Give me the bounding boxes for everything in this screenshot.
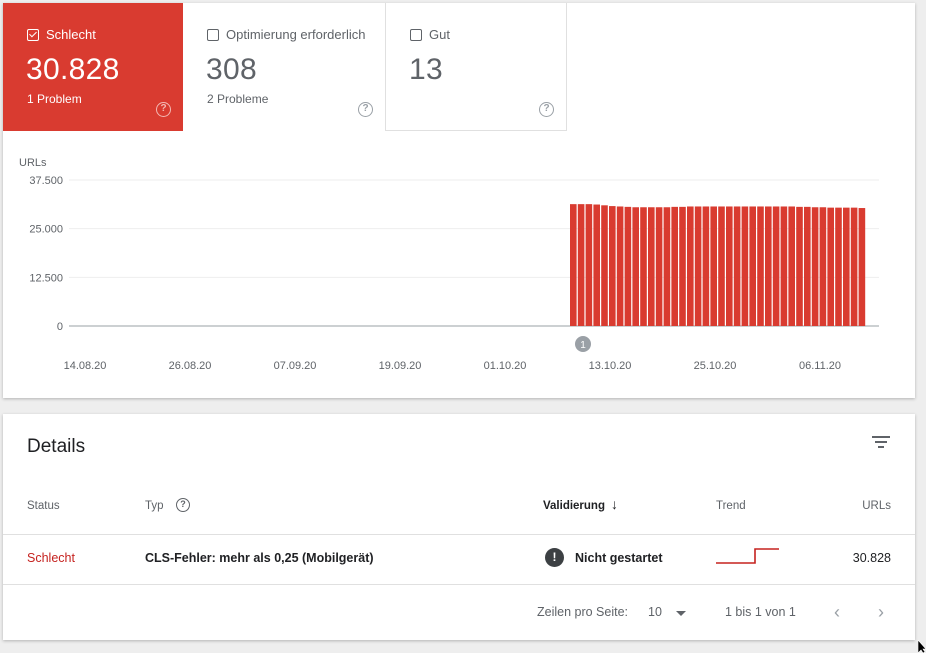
- row-type: CLS-Fehler: mehr als 0,25 (Mobilgerät): [145, 551, 374, 565]
- pagination-range: 1 bis 1 von 1: [725, 605, 796, 619]
- y-tick-label: 25.000: [29, 224, 63, 236]
- tile-needs-sub: 2 Probleme: [207, 92, 269, 106]
- chart-bar[interactable]: [811, 207, 819, 326]
- trend-sparkline: [716, 548, 779, 564]
- y-tick-label: 12.500: [29, 272, 63, 284]
- x-tick-label: 13.10.20: [589, 360, 632, 372]
- tile-good-value: 13: [409, 53, 443, 86]
- chart-bar[interactable]: [632, 207, 639, 326]
- details-title: Details: [27, 436, 86, 457]
- checkbox-poor-icon[interactable]: [27, 29, 39, 41]
- column-header-validation[interactable]: Validierung: [543, 500, 605, 512]
- y-axis-label: URLs: [19, 157, 47, 169]
- chart-bar[interactable]: [835, 207, 842, 326]
- x-tick-label: 06.11.20: [799, 360, 841, 372]
- annotation-label: 1: [580, 340, 586, 351]
- row-urls: 30.828: [852, 551, 891, 565]
- help-icon[interactable]: ?: [539, 102, 554, 117]
- dropdown-arrow-icon[interactable]: [676, 611, 686, 616]
- x-tick-label: 19.09.20: [379, 360, 422, 372]
- help-icon[interactable]: ?: [156, 102, 171, 117]
- divider: [3, 534, 915, 535]
- tile-good-label: Gut: [429, 27, 450, 42]
- chart-bar[interactable]: [679, 206, 686, 326]
- chart-bar[interactable]: [609, 206, 616, 326]
- chart-bar[interactable]: [687, 206, 694, 326]
- tile-good[interactable]: Gut 13 ?: [386, 3, 567, 131]
- chart-bar[interactable]: [749, 206, 756, 326]
- chart-bar[interactable]: [648, 207, 655, 326]
- chart-bar[interactable]: [757, 206, 764, 326]
- row-validation: Nicht gestartet: [575, 551, 663, 565]
- tile-needs-improvement[interactable]: Optimierung erforderlich 308 2 Probleme …: [183, 3, 386, 131]
- sort-down-icon[interactable]: ↓: [611, 496, 618, 512]
- x-tick-label: 07.09.20: [274, 360, 317, 372]
- chart-bar[interactable]: [741, 206, 749, 326]
- summary-card: Schlecht 30.828 1 Problem ? Optimierung …: [3, 3, 915, 398]
- divider: [3, 584, 915, 585]
- y-tick-label: 0: [57, 321, 63, 333]
- urls-chart: URLs 0 12.500 25.000 37.500 14.08.20 26.08.2…: [19, 157, 879, 372]
- column-header-type[interactable]: Typ: [145, 500, 164, 512]
- column-header-status[interactable]: Status: [27, 500, 60, 512]
- chart-bar[interactable]: [772, 206, 780, 326]
- help-icon[interactable]: ?: [358, 102, 373, 117]
- chart-bar[interactable]: [850, 207, 858, 326]
- chart-bar[interactable]: [718, 206, 725, 326]
- tile-poor-label: Schlecht: [46, 27, 96, 42]
- chart-bar[interactable]: [570, 204, 577, 326]
- chart-bar[interactable]: [710, 206, 717, 326]
- chart-bar[interactable]: [593, 204, 600, 326]
- tile-needs-value: 308: [206, 53, 257, 86]
- column-header-trend: Trend: [716, 500, 746, 512]
- chart-bar[interactable]: [655, 207, 663, 326]
- chart-bar[interactable]: [827, 207, 834, 326]
- x-tick-label: 26.08.20: [169, 360, 212, 372]
- tile-poor[interactable]: Schlecht 30.828 1 Problem ?: [3, 3, 183, 131]
- chart-bar[interactable]: [702, 206, 710, 326]
- chart-bar[interactable]: [796, 206, 803, 326]
- tile-needs-label: Optimierung erforderlich: [226, 27, 366, 42]
- details-card: Details Status Typ ? Validierung ↓ Trend…: [3, 414, 915, 640]
- rows-per-page-label: Zeilen pro Seite:: [537, 605, 629, 619]
- x-tick-label: 25.10.20: [694, 360, 737, 372]
- chart-bar[interactable]: [788, 206, 795, 326]
- filter-icon[interactable]: [871, 436, 891, 450]
- chart-bar[interactable]: [624, 206, 632, 326]
- x-tick-label: 14.08.20: [64, 360, 107, 372]
- column-header-urls[interactable]: URLs: [862, 500, 891, 512]
- chart-bar[interactable]: [726, 206, 733, 326]
- chart-bar[interactable]: [640, 207, 647, 326]
- chart-bar[interactable]: [601, 205, 608, 326]
- chart-bar[interactable]: [843, 207, 850, 326]
- chart-bar[interactable]: [671, 206, 678, 326]
- rows-per-page-select[interactable]: 10: [648, 605, 662, 619]
- type-help-icon[interactable]: ?: [176, 498, 190, 512]
- warning-icon: !: [545, 548, 564, 567]
- chart-bar[interactable]: [765, 206, 772, 326]
- chart-bar[interactable]: [858, 208, 866, 326]
- checkbox-needs-icon[interactable]: [207, 29, 219, 41]
- mouse-cursor-icon: [918, 640, 926, 653]
- chart-bar[interactable]: [694, 206, 702, 326]
- prev-page-button[interactable]: ‹: [834, 602, 840, 623]
- chart-bar[interactable]: [733, 206, 741, 326]
- chart-bar[interactable]: [819, 207, 827, 326]
- tile-poor-sub: 1 Problem: [27, 92, 82, 106]
- chart-bar[interactable]: [804, 206, 811, 326]
- chart-bar[interactable]: [663, 207, 671, 326]
- next-page-button[interactable]: ›: [878, 602, 884, 623]
- checkbox-good-icon[interactable]: [410, 29, 422, 41]
- y-tick-label: 37.500: [29, 175, 63, 187]
- x-tick-label: 01.10.20: [484, 360, 527, 372]
- tile-poor-value: 30.828: [26, 53, 120, 86]
- chart-bar[interactable]: [577, 204, 585, 326]
- chart-bar[interactable]: [780, 206, 788, 326]
- chart-bar[interactable]: [585, 204, 593, 326]
- chart-bar[interactable]: [616, 206, 624, 326]
- row-status: Schlecht: [27, 551, 75, 565]
